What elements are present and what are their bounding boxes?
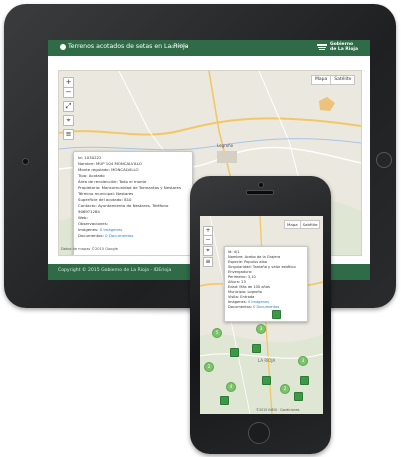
phone-device: + − ⌖ ≡ Mapa Satélite Id: 4/1 Nombre: Ace… (190, 176, 331, 454)
zoom-out-button[interactable]: − (63, 87, 74, 98)
cluster-marker[interactable]: 3 (256, 324, 266, 334)
phone-documents-link[interactable]: 0 Documentos (253, 305, 279, 309)
phone-popup-line: Perímetro: 3,10 (228, 275, 256, 279)
phone-layers-icon[interactable]: ≡ (203, 257, 213, 267)
tree-marker-icon[interactable] (252, 344, 261, 353)
phone-images-link[interactable]: 0 Imágenes (248, 300, 269, 304)
phone-map-type-satellite[interactable]: Satélite (299, 221, 320, 228)
phone-popup-line: Especie: Populus alba (228, 260, 267, 264)
globe-icon (60, 44, 66, 50)
home-link[interactable]: Inicio (176, 44, 188, 49)
popup-line: Nombre: MUP 104 MONCALVILLO (78, 161, 142, 166)
phone-popup-line: Nombre: Acebo de la Grajera (228, 255, 281, 259)
phone-location-icon[interactable]: ⌖ (203, 246, 213, 256)
phone-zoom-out-button[interactable]: − (203, 235, 213, 245)
phone-popup-line: Municipio: Logroño (228, 290, 262, 294)
popup-documents-row: Documentos: 0 Documentos (78, 233, 134, 238)
phone-screen[interactable]: + − ⌖ ≡ Mapa Satélite Id: 4/1 Nombre: Ace… (200, 216, 323, 414)
popup-id: Id: 1030222 (78, 155, 102, 160)
phone-popup-line: Envergadura: (228, 270, 253, 274)
tree-marker-icon[interactable] (272, 310, 281, 319)
popup-line: Observaciones: (78, 221, 109, 226)
phone-popup-line: Visita: Entrada (228, 295, 255, 299)
phone-popup-id: Id: 4/1 (228, 250, 240, 254)
popup-line: Superficie del acotado: 810 (78, 197, 132, 202)
tree-marker-icon[interactable] (294, 392, 303, 401)
tree-marker-icon[interactable] (220, 396, 229, 405)
tablet-home-button[interactable] (376, 152, 392, 168)
phone-popup-documents-row: Documentos: 0 Documentos (228, 305, 280, 309)
cluster-marker[interactable]: 3 (298, 356, 308, 366)
phone-map-type-map[interactable]: Mapa (285, 221, 300, 228)
cluster-marker[interactable]: 2 (280, 384, 290, 394)
popup-line: Propietario: Mancomunidad de Tormantos y… (78, 185, 181, 190)
phone-map-label-region: LA RIOJA (258, 358, 276, 363)
popup-line: Web: (78, 215, 88, 220)
app-header: Terrenos acotados de setas en La Rioja ⌂… (48, 40, 370, 56)
phone-popup-line: Edad: Más de 100 años (228, 285, 270, 289)
phone-map-type-control[interactable]: Mapa Satélite (284, 220, 321, 229)
phone-popup-line: Singularidad: Tamaño y valor estético (228, 265, 296, 269)
home-icon[interactable]: ⌂ (171, 44, 174, 50)
fullscreen-icon[interactable]: ⤢ (63, 101, 74, 112)
map-type-map[interactable]: Mapa (312, 76, 330, 84)
popup-line: Término municipal: Nestares (78, 191, 134, 196)
tree-marker-icon[interactable] (300, 376, 309, 385)
layers-icon[interactable]: ≡ (63, 129, 74, 140)
map-attribution: Datos de mapas ©2015 Google (61, 247, 118, 251)
phone-home-button[interactable] (248, 422, 270, 444)
map-type-control[interactable]: Mapa Satélite (311, 75, 356, 85)
gobierno-logo-icon (317, 44, 327, 50)
footer-copyright: Copyright © 2015 Gobierno de La Rioja - … (58, 268, 172, 273)
map-label-city: Logroño (217, 143, 234, 148)
gobierno-logo-text: Gobierno de La Rioja (330, 42, 358, 52)
map-type-satellite[interactable]: Satélite (330, 76, 354, 84)
cluster-marker[interactable]: 4 (226, 382, 236, 392)
phone-info-popup: Id: 4/1 Nombre: Acebo de la Grajera Espe… (224, 246, 308, 322)
location-icon[interactable]: ⌖ (63, 115, 74, 126)
cluster-marker[interactable]: 2 (204, 362, 214, 372)
phone-popup-line: Altura: 23 (228, 280, 246, 284)
popup-line: 9069?1284 (78, 209, 100, 214)
tree-marker-icon[interactable] (262, 376, 271, 385)
popup-line: Contacto: Ayuntamiento de Nestares. Telé… (78, 203, 169, 208)
tree-marker-icon[interactable] (230, 348, 239, 357)
images-link[interactable]: 0 Imágenes (100, 227, 123, 232)
popup-line: Área de recolección: Todo el monte (78, 179, 147, 184)
phone-popup-images-row: Imágenes: 0 Imágenes (228, 300, 270, 304)
tablet-camera (22, 158, 29, 165)
phone-speaker (246, 190, 274, 195)
info-popup: Id: 1030222 Nombre: MUP 104 MONCALVILLO … (73, 151, 193, 255)
documents-link[interactable]: 0 Documentos (105, 233, 133, 238)
popup-images-row: Imágenes: 0 Imágenes (78, 227, 123, 232)
phone-map-attribution: ©2015 INEGI · Condiciones (256, 408, 300, 412)
popup-line: Tipo: Acotado (78, 173, 105, 178)
phone-camera (258, 182, 264, 188)
cluster-marker[interactable]: 5 (212, 328, 222, 338)
popup-line: Monte regulado: MONCALVILLO (78, 167, 139, 172)
